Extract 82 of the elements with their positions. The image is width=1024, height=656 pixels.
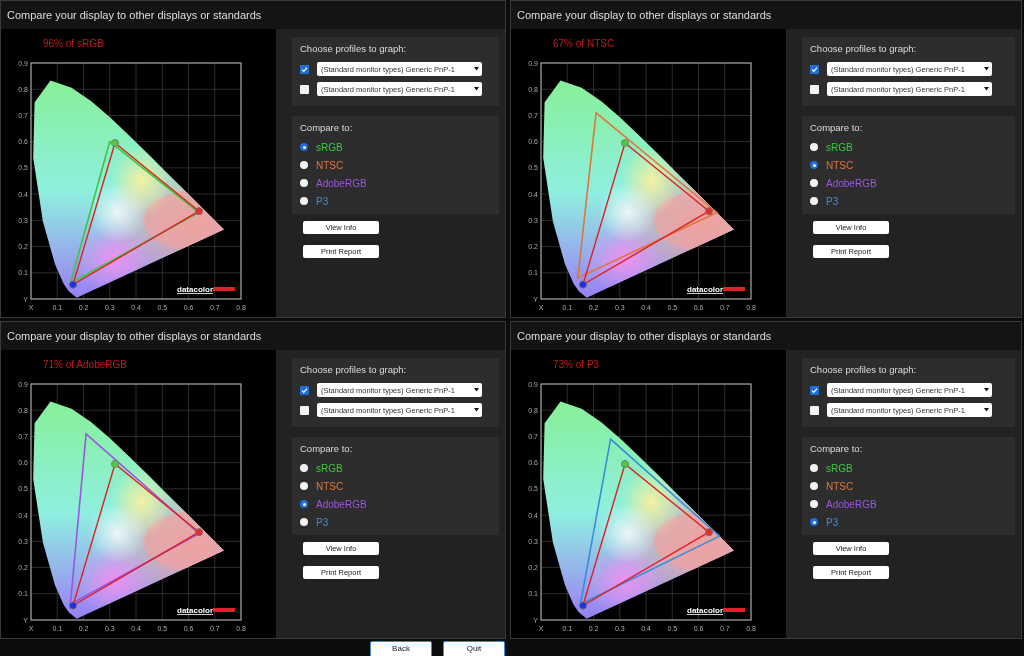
- checkbox[interactable]: [810, 64, 819, 74]
- option-label[interactable]: NTSC: [316, 158, 344, 172]
- radio-button[interactable]: [810, 464, 818, 472]
- window-title: Compare your display to other displays or standards: [511, 322, 1021, 350]
- coverage-text: 73% of P3: [553, 359, 600, 370]
- option-label[interactable]: sRGB: [316, 461, 343, 475]
- option-label[interactable]: P3: [826, 515, 839, 529]
- radio-button[interactable]: [300, 482, 308, 490]
- caret-icon: [984, 388, 989, 393]
- section-title: Choose profiles to graph:: [810, 363, 918, 377]
- option-label[interactable]: sRGB: [316, 140, 343, 154]
- checkbox[interactable]: [810, 385, 819, 395]
- section-title: Choose profiles to graph:: [300, 42, 408, 56]
- coverage-text: 96% of sRGB: [43, 38, 104, 49]
- logo-text: datacolor: [177, 606, 213, 615]
- logo-text: datacolor: [687, 285, 723, 294]
- section-title: Compare to:: [300, 442, 354, 457]
- window-title: Compare your display to other displays or standards: [1, 322, 505, 350]
- footer-button[interactable]: Quit: [443, 641, 505, 656]
- radio-button[interactable]: [300, 518, 308, 526]
- coverage-text: 71% of AdobeRGB: [43, 359, 127, 370]
- logo-text: datacolor: [177, 285, 213, 294]
- window-title: Compare your display to other displays or standards: [511, 1, 1021, 29]
- option-label[interactable]: NTSC: [826, 158, 854, 172]
- section-title: Compare to:: [810, 442, 864, 457]
- radio-button[interactable]: [810, 197, 818, 205]
- logo-bar: [723, 287, 745, 291]
- checkbox[interactable]: [300, 64, 309, 74]
- vertex-dot: [579, 601, 587, 610]
- radio-button[interactable]: [300, 197, 308, 205]
- option-label[interactable]: sRGB: [826, 461, 853, 475]
- radio-button[interactable]: [810, 482, 818, 490]
- checkbox[interactable]: [300, 84, 309, 94]
- radio-button[interactable]: [810, 500, 818, 508]
- option-label[interactable]: NTSC: [826, 479, 854, 493]
- checkbox[interactable]: [300, 405, 309, 415]
- option-label[interactable]: P3: [826, 194, 839, 208]
- footer-button[interactable]: Back: [370, 641, 432, 656]
- option-label[interactable]: NTSC: [316, 479, 344, 493]
- vertex-dot: [69, 601, 77, 610]
- logo-bar: [213, 287, 235, 291]
- radio-button[interactable]: [300, 179, 308, 187]
- caret-icon: [984, 87, 989, 92]
- vertex-dot: [621, 139, 629, 147]
- vertex-dot: [621, 460, 629, 468]
- radio-button[interactable]: [810, 179, 818, 187]
- vertex-dot: [111, 139, 119, 147]
- option-label[interactable]: P3: [316, 194, 329, 208]
- section-title: Choose profiles to graph:: [300, 363, 408, 377]
- caret-icon: [474, 388, 479, 393]
- radio-button[interactable]: [300, 143, 308, 151]
- logo-text: datacolor: [687, 606, 723, 615]
- window-title: Compare your display to other displays or standards: [1, 1, 505, 29]
- checkbox[interactable]: [810, 405, 819, 415]
- section-title: Choose profiles to graph:: [810, 42, 918, 56]
- section-title: Compare to:: [810, 121, 864, 136]
- section-title: Compare to:: [300, 121, 354, 136]
- caret-icon: [474, 87, 479, 92]
- radio-button[interactable]: [810, 161, 818, 169]
- logo-bar: [213, 608, 235, 612]
- vertex-dot: [705, 528, 713, 537]
- radio-button[interactable]: [300, 161, 308, 169]
- checkbox[interactable]: [810, 84, 819, 94]
- radio-button[interactable]: [300, 500, 308, 508]
- caret-icon: [474, 67, 479, 72]
- caret-icon: [984, 408, 989, 413]
- radio-button[interactable]: [810, 518, 818, 526]
- vertex-dot: [579, 280, 587, 289]
- vertex-dot: [195, 528, 203, 537]
- radio-button[interactable]: [300, 464, 308, 472]
- radio-button[interactable]: [810, 143, 818, 151]
- caret-icon: [984, 67, 989, 72]
- vertex-dot: [69, 280, 77, 289]
- caret-icon: [474, 408, 479, 413]
- option-label[interactable]: P3: [316, 515, 329, 529]
- vertex-dot: [195, 207, 203, 216]
- checkbox[interactable]: [300, 385, 309, 395]
- coverage-text: 67% of NTSC: [553, 38, 615, 49]
- logo-bar: [723, 608, 745, 612]
- option-label[interactable]: sRGB: [826, 140, 853, 154]
- vertex-dot: [111, 460, 119, 468]
- vertex-dot: [705, 207, 713, 216]
